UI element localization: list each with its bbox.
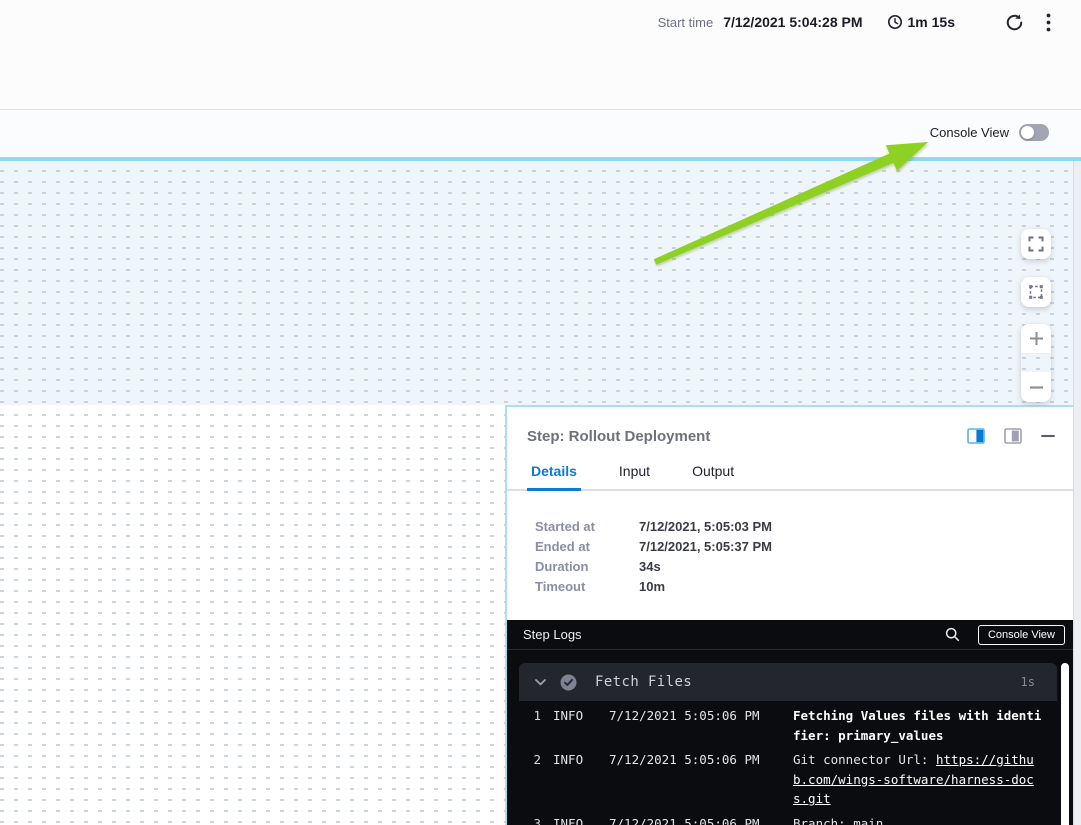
- fullscreen-button[interactable]: [1021, 229, 1051, 259]
- execution-meta: Start time 7/12/2021 5:04:28 PM 1m 15s: [658, 9, 1053, 35]
- detail-row: Ended at 7/12/2021, 5:05:37 PM: [535, 536, 1081, 556]
- tab-output[interactable]: Output: [688, 463, 738, 491]
- panel-layout-right-button[interactable]: [965, 426, 987, 446]
- section-success-icon: [560, 674, 577, 691]
- minimize-panel-button[interactable]: [1039, 433, 1057, 440]
- refresh-icon: [1005, 13, 1024, 32]
- log-message: Branch: main: [793, 814, 1043, 825]
- log-line-number: 1: [521, 706, 541, 745]
- fullscreen-icon: [1028, 236, 1044, 252]
- plus-icon: [1029, 331, 1044, 346]
- log-section-fetch-files[interactable]: Fetch Files 1s: [519, 663, 1057, 701]
- execution-header-bar: Start time 7/12/2021 5:04:28 PM 1m 15s: [0, 0, 1081, 110]
- detail-value: 34s: [639, 559, 661, 574]
- logs-console-view-button[interactable]: Console View: [978, 625, 1065, 645]
- more-options-button[interactable]: [1044, 11, 1053, 34]
- start-time-label: Start time: [658, 15, 714, 30]
- elapsed-duration: 1m 15s: [887, 14, 955, 30]
- start-time-value: 7/12/2021 5:04:28 PM: [723, 14, 862, 30]
- marquee-zoom-icon: [1028, 284, 1044, 300]
- log-line: 1 INFO 7/12/2021 5:05:06 PM Fetching Val…: [521, 706, 1057, 745]
- pipeline-execution-screen: Start time 7/12/2021 5:04:28 PM 1m 15s: [0, 0, 1081, 825]
- toggle-knob: [1021, 126, 1034, 139]
- log-message: Git connector Url: https://github.com/wi…: [793, 750, 1043, 809]
- refresh-button[interactable]: [1003, 11, 1026, 34]
- annotation-arrow: [615, 118, 955, 278]
- step-details-panel: Step: Rollout Deployment: [505, 405, 1081, 825]
- elapsed-value: 1m 15s: [908, 14, 955, 30]
- detail-value: 7/12/2021, 5:05:37 PM: [639, 539, 772, 554]
- marquee-zoom-button[interactable]: [1021, 277, 1051, 307]
- tab-details[interactable]: Details: [527, 463, 581, 491]
- detail-row: Duration 34s: [535, 556, 1081, 576]
- log-line: 2 INFO 7/12/2021 5:05:06 PM Git connecto…: [521, 750, 1057, 809]
- log-level: INFO: [553, 706, 597, 745]
- canvas-zoom-controls: [1021, 229, 1051, 402]
- panel-header: Step: Rollout Deployment: [507, 407, 1081, 446]
- log-search-button[interactable]: [943, 625, 962, 644]
- console-view-toggle[interactable]: [1019, 124, 1049, 141]
- detail-value: 10m: [639, 579, 665, 594]
- step-detail-list: Started at 7/12/2021, 5:05:03 PM Ended a…: [507, 491, 1081, 596]
- detail-label: Ended at: [535, 539, 639, 554]
- panel-tabs: Details Input Output: [507, 463, 1081, 491]
- clock-icon: [887, 14, 903, 30]
- log-timestamp: 7/12/2021 5:05:06 PM: [609, 706, 781, 745]
- zoom-in-button[interactable]: [1021, 324, 1051, 354]
- log-level: INFO: [553, 814, 597, 825]
- panel-title: Step: Rollout Deployment: [527, 428, 710, 445]
- log-lines: 1 INFO 7/12/2021 5:05:06 PM Fetching Val…: [519, 701, 1057, 825]
- page-scrollbar-track[interactable]: [1073, 161, 1081, 825]
- log-message-prefix: Git connector Url:: [793, 752, 936, 767]
- log-section-name: Fetch Files: [595, 674, 1007, 690]
- detail-label: Started at: [535, 519, 639, 534]
- chevron-down-icon: [535, 679, 546, 686]
- tab-input[interactable]: Input: [615, 463, 654, 491]
- detail-label: Timeout: [535, 579, 639, 594]
- log-scrollbar-thumb[interactable]: [1061, 663, 1069, 825]
- detail-value: 7/12/2021, 5:05:03 PM: [639, 519, 772, 534]
- log-level: INFO: [553, 750, 597, 809]
- zoom-out-button[interactable]: [1021, 372, 1051, 402]
- log-message: Fetching Values files with identifier: p…: [793, 706, 1043, 745]
- log-line-number: 2: [521, 750, 541, 809]
- step-graph-canvas[interactable]: Execution Rollout Deployment: [0, 405, 505, 825]
- step-logs-body: Fetch Files 1s 1 INFO 7/12/2021 5:05:06 …: [507, 651, 1081, 825]
- split-view-blue-icon: [967, 428, 985, 444]
- log-line-number: 3: [521, 814, 541, 825]
- log-section-duration: 1s: [1021, 675, 1035, 689]
- kebab-menu-icon: [1046, 13, 1051, 32]
- step-logs-panel: Step Logs Console View: [507, 620, 1081, 825]
- step-logs-title: Step Logs: [523, 627, 943, 642]
- detail-row: Timeout 10m: [535, 576, 1081, 596]
- detail-row: Started at 7/12/2021, 5:05:03 PM: [535, 516, 1081, 536]
- minus-icon: [1029, 380, 1044, 395]
- log-line: 3 INFO 7/12/2021 5:05:06 PM Branch: main: [521, 814, 1057, 825]
- panel-layout-overlay-button[interactable]: [1002, 426, 1024, 446]
- search-icon: [945, 627, 960, 642]
- log-timestamp: 7/12/2021 5:05:06 PM: [609, 814, 781, 825]
- split-view-gray-icon: [1004, 428, 1022, 444]
- detail-label: Duration: [535, 559, 639, 574]
- minimize-icon: [1041, 435, 1055, 438]
- log-timestamp: 7/12/2021 5:05:06 PM: [609, 750, 781, 809]
- step-logs-header: Step Logs Console View: [507, 620, 1081, 650]
